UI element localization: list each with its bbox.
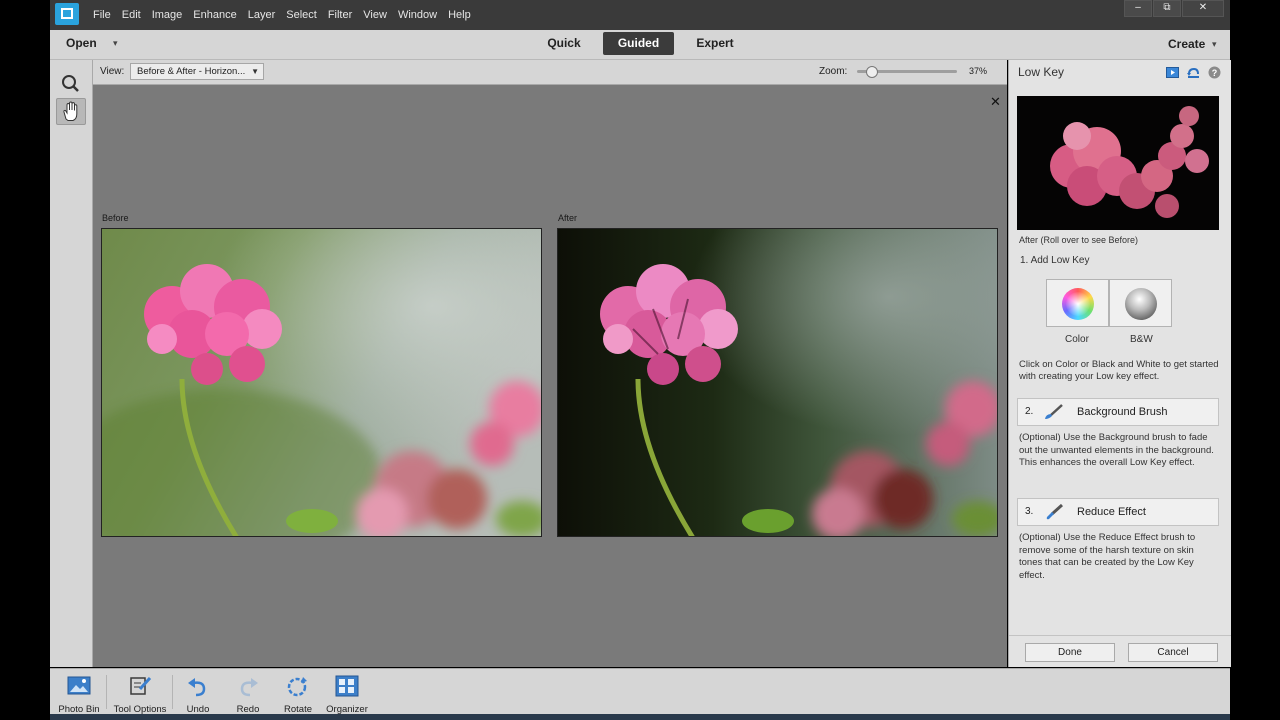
bw-option-label: B&W	[1130, 334, 1153, 345]
menu-edit[interactable]: Edit	[117, 0, 146, 30]
menu-help[interactable]: Help	[443, 0, 476, 30]
tab-guided[interactable]: Guided	[603, 32, 674, 55]
right-screen-border	[1230, 0, 1280, 720]
undo-button[interactable]: Undo	[180, 675, 216, 715]
tool-options-button[interactable]: Tool Options	[110, 675, 170, 715]
title-bar: File Edit Image Enhance Layer Select Fil…	[50, 0, 1230, 30]
step1-description: Click on Color or Black and White to get…	[1019, 359, 1219, 382]
menu-layer[interactable]: Layer	[243, 0, 281, 30]
separator	[106, 675, 107, 709]
step3-number: 3.	[1025, 506, 1034, 517]
preview-thumbnail[interactable]	[1017, 96, 1219, 230]
minimize-button[interactable]: –	[1124, 0, 1152, 17]
guided-edit-panel: Low Key ? After (Roll over to see Before…	[1008, 60, 1231, 667]
tab-quick[interactable]: Quick	[532, 32, 596, 55]
photo-bin-icon	[67, 676, 91, 695]
magnifier-icon	[62, 75, 79, 92]
step2-description: (Optional) Use the Background brush to f…	[1019, 432, 1214, 468]
brush-icon	[1045, 404, 1063, 419]
redo-icon	[240, 678, 258, 697]
after-photo[interactable]	[557, 228, 998, 537]
close-icon[interactable]: ✕	[990, 95, 1001, 109]
create-dropdown-caret-icon[interactable]: ▾	[1212, 30, 1217, 58]
svg-text:?: ?	[1212, 68, 1218, 78]
zoom-value: 37%	[969, 66, 988, 76]
done-button[interactable]: Done	[1025, 643, 1115, 662]
step3-label: Reduce Effect	[1077, 506, 1146, 518]
reduce-effect-button[interactable]: 3. Reduce Effect	[1017, 498, 1219, 526]
hand-tool-button[interactable]	[56, 98, 86, 125]
panel-footer: Done Cancel	[1009, 635, 1231, 668]
zoom-tool-button[interactable]	[56, 70, 86, 97]
before-label: Before	[102, 213, 129, 223]
reset-icon[interactable]	[1187, 66, 1200, 79]
bw-low-key-button[interactable]	[1109, 279, 1172, 327]
left-screen-border	[0, 0, 50, 720]
view-select-value: Before & After - Horizon...	[137, 66, 246, 77]
toolbox	[50, 60, 93, 667]
color-wheel-icon	[1062, 288, 1094, 320]
zoom-label: Zoom:	[819, 66, 848, 77]
open-dropdown-caret-icon[interactable]: ▾	[113, 30, 118, 57]
rotate-icon	[287, 677, 307, 697]
create-button[interactable]: Create	[1168, 30, 1205, 58]
step1-label: 1. Add Low Key	[1020, 255, 1090, 266]
chevron-down-icon: ▼	[251, 67, 259, 76]
preview-caption: After (Roll over to see Before)	[1019, 235, 1139, 245]
step3-description: (Optional) Use the Reduce Effect brush t…	[1019, 532, 1196, 581]
redo-button[interactable]: Redo	[230, 675, 266, 715]
view-bar: View: Before & After - Horizon... ▼ Zoom…	[93, 60, 1007, 85]
color-option-label: Color	[1065, 334, 1089, 345]
rotate-button[interactable]: Rotate	[280, 675, 316, 715]
view-select[interactable]: Before & After - Horizon... ▼	[130, 63, 264, 80]
image-canvas: ✕ Before After	[93, 85, 1007, 667]
close-window-button[interactable]: ✕	[1182, 0, 1224, 17]
panel-title: Low Key	[1018, 65, 1065, 79]
zoom-slider[interactable]	[857, 66, 957, 78]
undo-icon	[188, 678, 206, 697]
mode-bar: Open ▾ Quick Guided Expert Create ▾	[50, 30, 1230, 60]
app-logo-icon[interactable]	[55, 3, 79, 25]
organizer-button[interactable]: Organizer	[324, 675, 370, 715]
window-controls: – ⧉ ✕	[1123, 0, 1224, 17]
view-label: View:	[100, 66, 125, 77]
bottom-bar: Photo Bin Tool Options Undo Redo Rotate	[50, 668, 1230, 715]
help-icon[interactable]: ?	[1208, 66, 1221, 79]
tool-options-icon	[130, 676, 152, 695]
brush-icon	[1046, 503, 1064, 520]
play-icon[interactable]	[1166, 66, 1179, 79]
menu-window[interactable]: Window	[393, 0, 442, 30]
hand-icon	[63, 101, 78, 121]
tab-expert[interactable]: Expert	[681, 32, 749, 55]
menu-view[interactable]: View	[358, 0, 392, 30]
os-taskbar	[50, 714, 1230, 720]
cancel-button[interactable]: Cancel	[1128, 643, 1218, 662]
open-button[interactable]: Open	[66, 30, 97, 57]
separator	[172, 675, 173, 709]
photo-bin-button[interactable]: Photo Bin	[56, 675, 102, 715]
step2-label: Background Brush	[1077, 406, 1168, 418]
menu-bar: File Edit Image Enhance Layer Select Fil…	[88, 0, 477, 30]
before-photo[interactable]	[101, 228, 542, 537]
menu-image[interactable]: Image	[147, 0, 188, 30]
zoom-slider-thumb[interactable]	[866, 66, 878, 78]
menu-enhance[interactable]: Enhance	[188, 0, 241, 30]
menu-filter[interactable]: Filter	[323, 0, 357, 30]
organizer-icon	[335, 675, 359, 697]
step2-number: 2.	[1025, 406, 1034, 417]
background-brush-button[interactable]: 2. Background Brush	[1017, 398, 1219, 426]
restore-button[interactable]: ⧉	[1153, 0, 1181, 17]
color-low-key-button[interactable]	[1046, 279, 1109, 327]
bw-sphere-icon	[1125, 288, 1157, 320]
menu-file[interactable]: File	[88, 0, 116, 30]
menu-select[interactable]: Select	[281, 0, 322, 30]
after-label: After	[558, 213, 578, 223]
